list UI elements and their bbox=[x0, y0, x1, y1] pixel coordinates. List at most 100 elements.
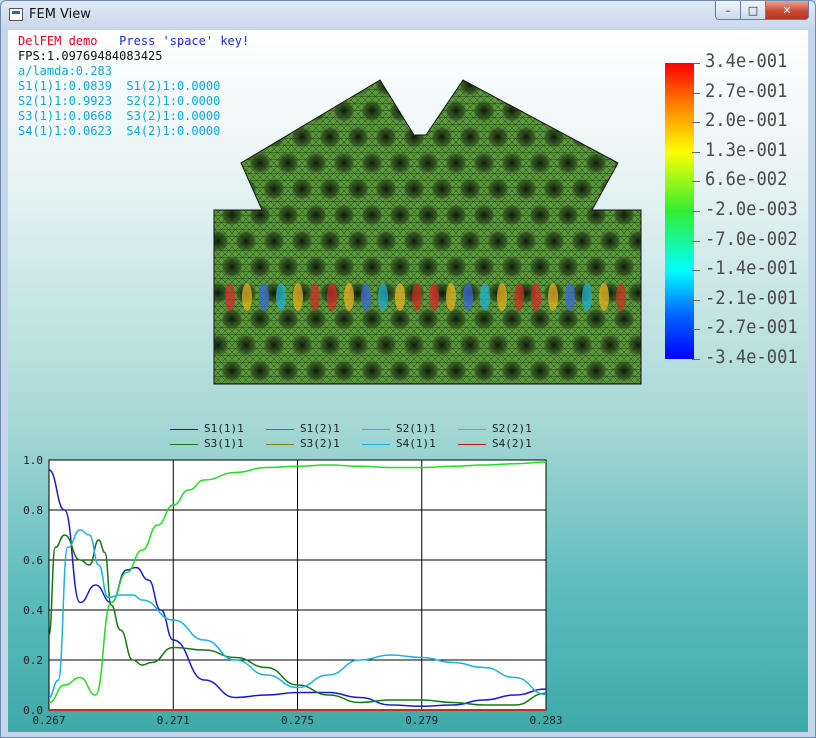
mesh-hole bbox=[304, 255, 328, 279]
mesh-hole bbox=[598, 229, 622, 253]
field-lobe bbox=[361, 283, 371, 311]
close-button[interactable]: ✕ bbox=[766, 1, 809, 20]
mesh-hole bbox=[472, 255, 496, 279]
mesh-hole bbox=[290, 229, 314, 253]
mesh-hole bbox=[486, 229, 510, 253]
mesh-hole bbox=[430, 125, 454, 149]
field-lobe bbox=[259, 283, 269, 311]
mesh-hole bbox=[570, 229, 594, 253]
window-controls: – □ ✕ bbox=[715, 1, 809, 21]
mesh-hole bbox=[332, 255, 356, 279]
field-lobe bbox=[463, 283, 473, 311]
colorbar-label: 6.6e-002 bbox=[705, 168, 788, 191]
mesh-hole bbox=[290, 125, 314, 149]
mesh-hole bbox=[458, 125, 482, 149]
chart-y-tick-label: 0.4 bbox=[23, 604, 43, 617]
minimize-button[interactable]: – bbox=[715, 1, 741, 20]
mesh-hole bbox=[556, 151, 580, 175]
mesh-hole bbox=[220, 203, 244, 227]
field-lobe bbox=[242, 283, 252, 311]
mesh-hole bbox=[318, 80, 342, 97]
mesh-hole bbox=[528, 99, 552, 123]
field-lobe bbox=[514, 283, 524, 311]
mesh-hole bbox=[430, 80, 454, 97]
legend-label: S3(2)1 bbox=[300, 437, 340, 450]
mesh-hole bbox=[220, 99, 244, 123]
mesh-hole bbox=[262, 177, 286, 201]
mesh-hole bbox=[220, 255, 244, 279]
field-lobe bbox=[548, 283, 558, 311]
mesh-hole bbox=[556, 99, 580, 123]
legend-label: S4(2)1 bbox=[492, 437, 532, 450]
mesh-hole bbox=[486, 80, 510, 97]
mesh-hole bbox=[304, 151, 328, 175]
mesh-hole bbox=[360, 203, 384, 227]
legend-swatch bbox=[458, 429, 486, 430]
mesh-hole bbox=[214, 177, 230, 201]
mesh-hole bbox=[276, 255, 300, 279]
mesh-hole bbox=[374, 333, 398, 357]
mesh-hole bbox=[416, 359, 440, 383]
chart-x-tick-label: 0.271 bbox=[157, 714, 190, 727]
mesh-hole bbox=[262, 80, 286, 97]
chart-y-tick-label: 1.0 bbox=[23, 454, 43, 467]
mesh-hole bbox=[598, 80, 622, 97]
mesh-hole bbox=[332, 99, 356, 123]
mesh-hole bbox=[640, 255, 641, 279]
chart-x-tick-label: 0.283 bbox=[529, 714, 562, 727]
chart-x-tick-label: 0.275 bbox=[281, 714, 314, 727]
legend-label: S2(2)1 bbox=[492, 422, 532, 435]
mesh-hole bbox=[248, 151, 272, 175]
mesh-hole bbox=[584, 99, 608, 123]
colorbar-label: -2.1e-001 bbox=[705, 286, 798, 309]
mesh-hole bbox=[360, 359, 384, 383]
opengl-canvas[interactable]: DelFEM demo Press 'space' key! FPS:1.097… bbox=[8, 30, 808, 732]
mesh-hole bbox=[402, 80, 426, 97]
mesh-hole bbox=[346, 229, 370, 253]
colorbar-label: -1.4e-001 bbox=[705, 257, 798, 280]
mesh-hole bbox=[612, 359, 636, 383]
mesh-hole bbox=[374, 125, 398, 149]
mesh-hole bbox=[346, 177, 370, 201]
mesh-hole bbox=[612, 151, 636, 175]
mesh-hole bbox=[500, 255, 524, 279]
legend-swatch bbox=[362, 429, 390, 430]
field-lobe bbox=[310, 283, 320, 311]
field-lobe bbox=[378, 283, 388, 311]
mesh-hole bbox=[528, 307, 552, 331]
maximize-button[interactable]: □ bbox=[741, 1, 766, 20]
mesh-hole bbox=[332, 307, 356, 331]
mesh-hole bbox=[276, 151, 300, 175]
chart-y-tick-label: 0.0 bbox=[23, 704, 43, 717]
mesh-hole bbox=[374, 80, 398, 97]
mesh-hole bbox=[234, 177, 258, 201]
mesh-hole bbox=[486, 333, 510, 357]
legend-label: S1(1)1 bbox=[204, 422, 244, 435]
mesh-hole bbox=[262, 229, 286, 253]
mesh-hole bbox=[500, 203, 524, 227]
app-window-icon bbox=[9, 8, 23, 21]
mesh-hole bbox=[304, 359, 328, 383]
mesh-hole bbox=[570, 333, 594, 357]
mesh-hole bbox=[276, 307, 300, 331]
mesh-hole bbox=[248, 99, 272, 123]
mesh-hole bbox=[514, 125, 538, 149]
legend-label: S3(1)1 bbox=[204, 437, 244, 450]
mesh-hole bbox=[416, 307, 440, 331]
mesh-hole bbox=[276, 203, 300, 227]
field-lobe bbox=[480, 283, 490, 311]
colorbar-label: 3.4e-001 bbox=[705, 50, 788, 72]
mesh-hole bbox=[248, 359, 272, 383]
mesh-hole bbox=[556, 307, 580, 331]
mesh-hole bbox=[640, 203, 641, 227]
window-title: FEM View bbox=[29, 7, 91, 22]
mesh-hole bbox=[472, 359, 496, 383]
chart-y-tick-label: 0.6 bbox=[23, 554, 43, 567]
mesh-hole bbox=[388, 151, 412, 175]
mesh-hole bbox=[248, 255, 272, 279]
mesh-hole bbox=[598, 177, 622, 201]
mesh-hole bbox=[430, 333, 454, 357]
title-bar[interactable]: FEM View – □ ✕ bbox=[1, 1, 815, 29]
colorbar-tick bbox=[692, 240, 700, 242]
mesh-hole bbox=[556, 359, 580, 383]
